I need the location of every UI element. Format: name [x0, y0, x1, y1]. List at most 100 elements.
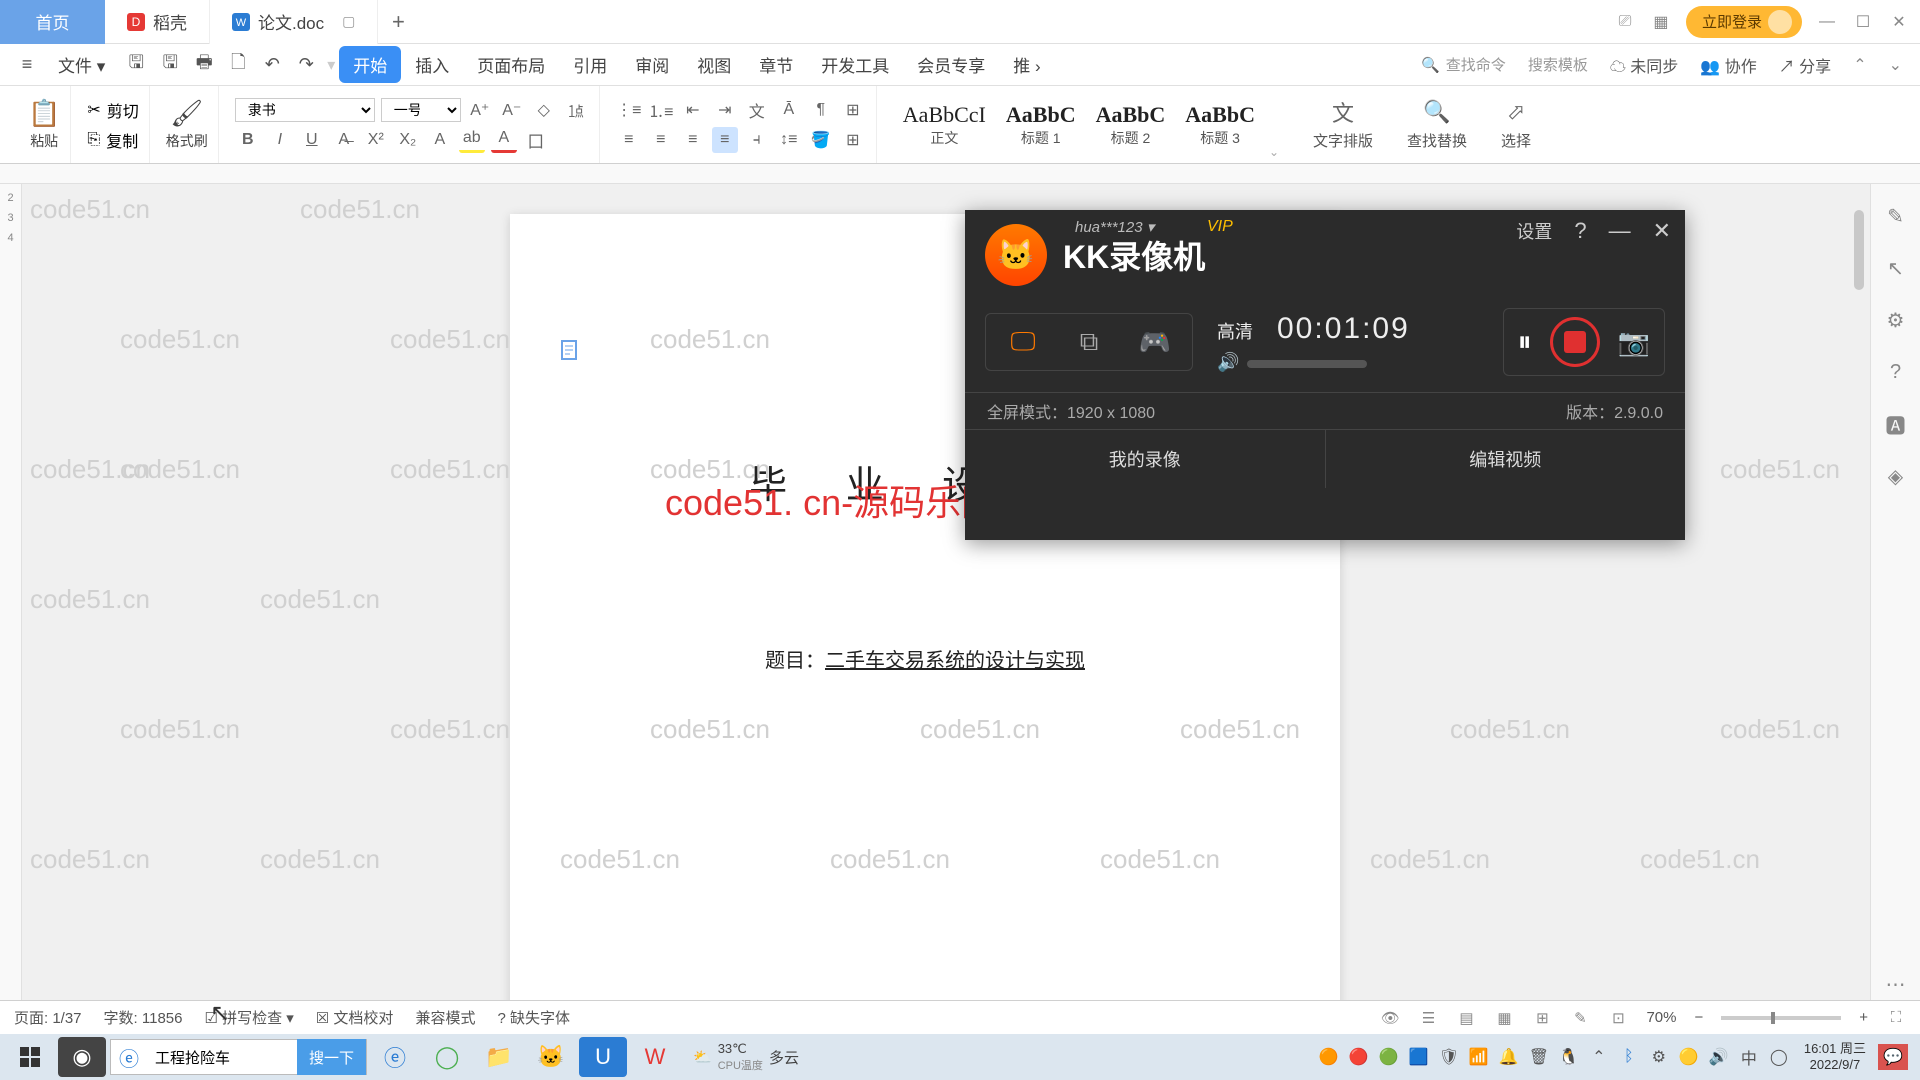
translate-icon[interactable]: 🅰 [1882, 410, 1910, 438]
help-icon[interactable]: ? [1882, 358, 1910, 386]
taskbar-recorder-icon[interactable]: 🐱 [527, 1037, 575, 1077]
distribute-icon[interactable]: ⫞ [744, 127, 770, 153]
align-right-icon[interactable]: ≡ [680, 127, 706, 153]
font-color-button[interactable]: A [491, 127, 517, 153]
screenshot-button[interactable]: 📷 [1618, 327, 1650, 358]
taskbar-todesk-icon[interactable]: U [579, 1037, 627, 1077]
tray-icon[interactable]: 🟠 [1316, 1044, 1342, 1070]
sync-status[interactable]: ☁ 未同步 [1610, 53, 1678, 77]
pause-button[interactable]: ⏸ [1518, 326, 1532, 359]
tray-notification-icon[interactable]: 🔔 [1496, 1044, 1522, 1070]
taskbar-ie-icon[interactable]: ⓔ [371, 1037, 419, 1077]
align-center-icon[interactable]: ≡ [648, 127, 674, 153]
taskbar-search-input[interactable] [147, 1049, 297, 1066]
font-name-select[interactable]: 隶书 [235, 98, 375, 122]
recorder-close-icon[interactable]: ✕ [1653, 218, 1671, 244]
clear-format-icon[interactable]: ◇ [531, 97, 557, 123]
taskbar-search[interactable]: ⓔ 搜一下 [110, 1039, 367, 1075]
shading-icon[interactable]: 🪣 [808, 127, 834, 153]
new-tab-button[interactable]: + [378, 9, 418, 35]
align-left-icon[interactable]: ≡ [616, 127, 642, 153]
tray-bluetooth-icon[interactable]: ᛒ [1616, 1044, 1642, 1070]
menu-member[interactable]: 会员专享 [903, 46, 999, 83]
highlight-button[interactable]: ab [459, 127, 485, 153]
print-preview-icon[interactable]: 🗋 [221, 48, 255, 82]
tab-home[interactable]: 首页 [0, 0, 105, 44]
strikethrough-button[interactable]: A̶ [331, 127, 357, 153]
tray-icon[interactable]: 🔴 [1346, 1044, 1372, 1070]
word-count[interactable]: 字数: 11856 [104, 1007, 183, 1028]
horizontal-ruler[interactable] [0, 164, 1920, 184]
menu-more[interactable]: 推 › [999, 46, 1054, 83]
menu-view[interactable]: 视图 [683, 46, 745, 83]
search-template[interactable]: 搜索模板 [1528, 54, 1588, 75]
tray-chevron-up-icon[interactable]: ⌃ [1586, 1044, 1612, 1070]
collab-button[interactable]: 👥 协作 [1700, 53, 1756, 77]
menu-file[interactable]: 文件 ▾ [44, 46, 119, 83]
bold-button[interactable]: B [235, 127, 261, 153]
number-list-icon[interactable]: ⒈≡ [648, 97, 674, 123]
web-view-icon[interactable]: ▦ [1494, 1008, 1514, 1028]
copy-button[interactable]: 复制 [106, 128, 138, 152]
volume-slider[interactable] [1247, 360, 1367, 368]
superscript-button[interactable]: X² [363, 127, 389, 153]
menu-dev-tools[interactable]: 开发工具 [807, 46, 903, 83]
text-effect-button[interactable]: A [427, 127, 453, 153]
taskbar-explorer-icon[interactable]: 📁 [475, 1037, 523, 1077]
redo-icon[interactable]: ↷ [289, 48, 323, 82]
paste-button[interactable]: 📋 粘贴 [28, 98, 60, 151]
print-icon[interactable]: 🖶 [187, 48, 221, 82]
region-mode-icon[interactable]: ⧉ [1062, 322, 1116, 362]
tray-ime-icon[interactable]: 中 [1736, 1044, 1762, 1070]
find-replace-button[interactable]: 🔍查找替换 [1393, 98, 1481, 151]
maximize-button[interactable]: ☐ [1852, 12, 1874, 32]
expand-ribbon-icon[interactable]: ⌄ [1889, 55, 1902, 75]
page-indicator[interactable]: 页面: 1/37 [14, 1007, 82, 1028]
menu-review[interactable]: 审阅 [621, 46, 683, 83]
recorder-username[interactable]: hua***123 ▾ [1075, 218, 1154, 236]
select-button[interactable]: ⬀选择 [1487, 98, 1545, 151]
text-layout-button[interactable]: 文文字排版 [1299, 98, 1387, 151]
tray-icon[interactable]: 🐧 [1556, 1044, 1582, 1070]
zoom-level[interactable]: 70% [1646, 1009, 1676, 1026]
show-marks-icon[interactable]: ¶ [808, 97, 834, 123]
fit-width-icon[interactable]: ⊡ [1608, 1008, 1628, 1028]
page-view-icon[interactable]: ▤ [1456, 1008, 1476, 1028]
format-painter-button[interactable]: 🖌 格式刷 [166, 98, 208, 151]
style-heading1[interactable]: AaBbC标题 1 [996, 102, 1086, 148]
more-icon[interactable]: ⋯ [1882, 970, 1910, 998]
font-size-select[interactable]: 一号 [381, 98, 461, 122]
vertical-ruler[interactable]: 2 3 4 [0, 184, 22, 1018]
tray-volume-icon[interactable]: 🔊 [1706, 1044, 1732, 1070]
subscript-button[interactable]: X₂ [395, 127, 421, 153]
edit-video-button[interactable]: 编辑视频 [1326, 430, 1686, 488]
fullscreen-icon[interactable]: ⛶ [1886, 1008, 1906, 1028]
taskbar-app-icon[interactable]: ◉ [58, 1037, 106, 1077]
close-button[interactable]: ✕ [1888, 12, 1910, 32]
scrollbar-thumb[interactable] [1854, 210, 1864, 290]
phonetic-icon[interactable]: ㍙ [563, 97, 589, 123]
share-button[interactable]: ↗ 分享 [1779, 53, 1831, 77]
eye-icon[interactable]: 👁 [1380, 1008, 1400, 1028]
taskbar-weather[interactable]: ⛅ 33℃CPU温度 多云 [683, 1041, 809, 1073]
sort-icon[interactable]: Ā [776, 97, 802, 123]
stop-button[interactable] [1550, 317, 1600, 367]
game-mode-icon[interactable]: 🎮 [1128, 322, 1182, 362]
tabs-icon[interactable]: ⊞ [840, 97, 866, 123]
my-recordings-button[interactable]: 我的录像 [965, 430, 1326, 488]
minimize-button[interactable]: — [1816, 13, 1838, 31]
taskbar-360-icon[interactable]: ◯ [423, 1037, 471, 1077]
tray-icon[interactable]: ⚙ [1646, 1044, 1672, 1070]
zoom-in-icon[interactable]: + [1859, 1009, 1868, 1026]
save-as-icon[interactable]: 🖫 [153, 48, 187, 82]
hamburger-icon[interactable]: ≡ [10, 48, 44, 82]
layout-icon[interactable]: ⎚ [1614, 13, 1636, 31]
increase-indent-icon[interactable]: ⇥ [712, 97, 738, 123]
menu-page-layout[interactable]: 页面布局 [463, 46, 559, 83]
login-button[interactable]: 立即登录 [1686, 6, 1802, 38]
save-icon[interactable]: 🖫 [119, 48, 153, 82]
style-heading2[interactable]: AaBbC标题 2 [1086, 102, 1176, 148]
zoom-out-icon[interactable]: − [1694, 1009, 1703, 1026]
recorder-quality[interactable]: 高清 [1217, 318, 1253, 344]
tray-icon[interactable]: 🛡 [1436, 1044, 1462, 1070]
